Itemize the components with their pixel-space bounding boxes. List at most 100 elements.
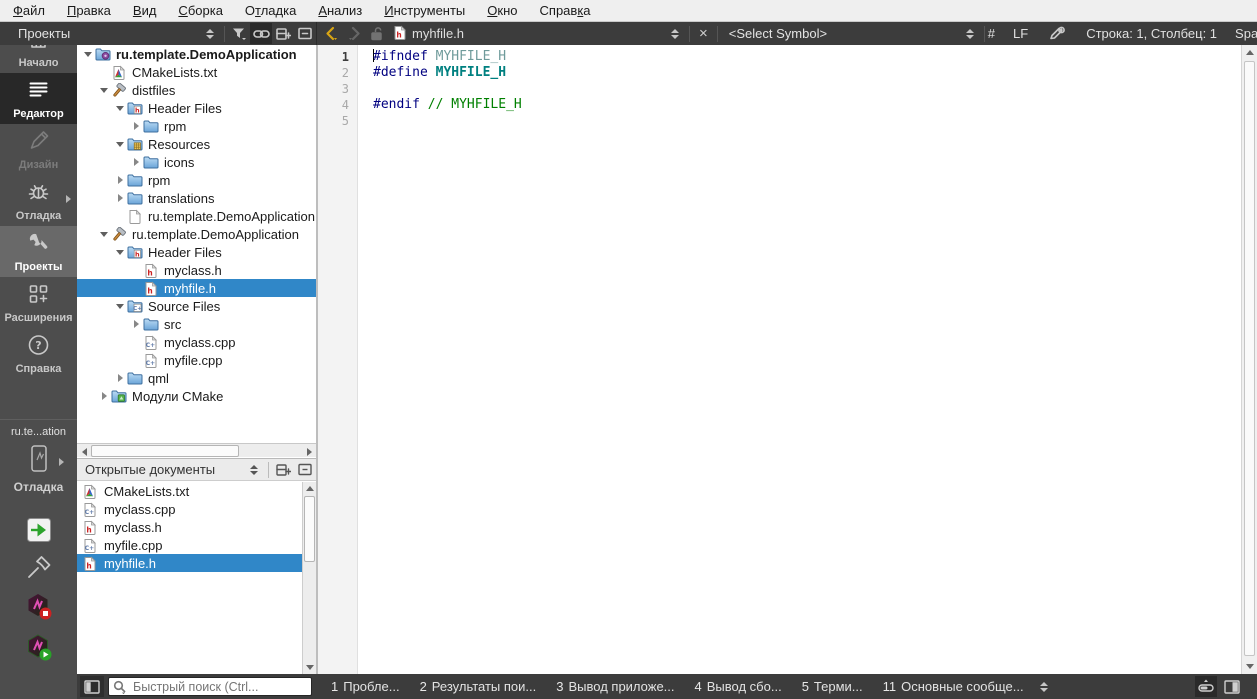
expander-icon[interactable]	[98, 87, 110, 93]
close-panel-icon[interactable]	[294, 23, 316, 44]
tree-item-myfile.cpp[interactable]: C+ myfile.cpp	[77, 351, 316, 369]
kit-selector[interactable]: ru.te...ation Отладка	[0, 426, 77, 494]
open-doc-myhfile.h[interactable]: h myhfile.h	[77, 554, 302, 572]
menu-инструменты[interactable]: Инструменты	[373, 1, 476, 20]
menu-отладка[interactable]: Отладка	[234, 1, 307, 20]
debug-run-button[interactable]	[24, 633, 54, 666]
docs-vscrollbar[interactable]	[302, 482, 316, 674]
code-line[interactable]	[373, 81, 1241, 97]
code-editor[interactable]: 1 2 3 4 5 #ifndef MYHFILE_H #define MYHFILE_H…	[318, 45, 1241, 674]
cursor-position[interactable]: Строка: 1, Столбец: 1	[1086, 26, 1217, 41]
tree-item-ru.template.demoapplication[interactable]: ru.template.DemoApplication	[77, 207, 316, 225]
expander-icon[interactable]	[82, 51, 94, 57]
open-document-name[interactable]: myhfile.h	[412, 26, 464, 41]
tree-item-icons[interactable]: icons	[77, 153, 316, 171]
output-pane-11[interactable]: 11 Основные сообще...	[874, 676, 1033, 697]
mode-редактор[interactable]: Редактор	[0, 73, 77, 124]
mode-отладка[interactable]: Отладка	[0, 175, 77, 226]
run-button[interactable]	[25, 516, 53, 547]
output-pane-1[interactable]: 1 Пробле...	[322, 676, 409, 697]
scroll-thumb[interactable]	[1244, 61, 1255, 656]
line-ending-indicator[interactable]: LF	[1013, 26, 1028, 41]
menu-вид[interactable]: Вид	[122, 1, 168, 20]
filter-icon[interactable]	[228, 23, 250, 44]
sync-with-editor-icon[interactable]	[250, 23, 272, 44]
tree-item-translations[interactable]: translations	[77, 189, 316, 207]
scroll-down-icon[interactable]	[1243, 660, 1257, 673]
panel-stepper-icon[interactable]	[243, 459, 265, 480]
mode-справка[interactable]: ? Справка	[0, 328, 77, 379]
tree-item-ru.template.demoapplication[interactable]: ru.template.DemoApplication	[77, 225, 316, 243]
split-panel-icon[interactable]	[272, 459, 294, 480]
encoding-pencil-icon[interactable]	[1046, 23, 1068, 44]
scroll-thumb[interactable]	[304, 496, 315, 562]
menu-анализ[interactable]: Анализ	[307, 1, 373, 20]
scroll-thumb[interactable]	[91, 445, 239, 457]
build-hammer-button[interactable]	[25, 555, 53, 584]
mode-проекты[interactable]: Проекты	[0, 226, 77, 277]
tree-item-myclass.h[interactable]: h myclass.h	[77, 261, 316, 279]
code-line[interactable]: #define MYHFILE_H	[373, 65, 1241, 81]
expander-icon[interactable]	[130, 320, 142, 328]
tree-item-myhfile.h[interactable]: h myhfile.h	[77, 279, 316, 297]
open-doc-myclass.h[interactable]: h myclass.h	[77, 518, 302, 536]
toggle-left-sidebar-icon[interactable]	[80, 676, 104, 697]
tree-item-header-files[interactable]: h Header Files	[77, 243, 316, 261]
open-doc-myclass.cpp[interactable]: C+ myclass.cpp	[77, 500, 302, 518]
tree-item-rpm[interactable]: rpm	[77, 171, 316, 189]
forward-icon[interactable]	[343, 23, 365, 44]
expander-icon[interactable]	[130, 122, 142, 130]
output-pane-4[interactable]: 4 Вывод сбо...	[686, 676, 791, 697]
editor-vscrollbar[interactable]	[1241, 45, 1257, 674]
close-panel-icon[interactable]	[294, 459, 316, 480]
tree-item-src[interactable]: src	[77, 315, 316, 333]
symbol-stepper-icon[interactable]	[959, 23, 981, 44]
menu-справка[interactable]: Справка	[529, 1, 602, 20]
output-pane-3[interactable]: 3 Вывод приложе...	[547, 676, 683, 697]
panel-right-icon[interactable]	[1221, 676, 1243, 697]
tree-item-myclass.cpp[interactable]: C+ myclass.cpp	[77, 333, 316, 351]
tree-hscrollbar[interactable]	[77, 443, 316, 457]
open-doc-myfile.cpp[interactable]: C+ myfile.cpp	[77, 536, 302, 554]
expander-icon[interactable]	[114, 141, 126, 147]
output-pane-5[interactable]: 5 Терми...	[793, 676, 872, 697]
code-area[interactable]: #ifndef MYHFILE_H #define MYHFILE_H #endif…	[359, 45, 1241, 674]
pin-hash-icon[interactable]: #	[988, 26, 995, 41]
tree-item-cmakelists.txt[interactable]: CMakeLists.txt	[77, 63, 316, 81]
open-doc-cmakelists.txt[interactable]: CMakeLists.txt	[77, 482, 302, 500]
tree-item-distfiles[interactable]: distfiles	[77, 81, 316, 99]
expander-icon[interactable]	[114, 374, 126, 382]
tree-item-rpm[interactable]: rpm	[77, 117, 316, 135]
panel-selector-stepper-icon[interactable]	[199, 23, 221, 44]
output-pane-2[interactable]: 2 Результаты пои...	[411, 676, 546, 697]
tree-item-модули-cmake[interactable]: Модули CMake	[77, 387, 316, 405]
menu-сборка[interactable]: Сборка	[167, 1, 234, 20]
scroll-down-icon[interactable]	[303, 661, 317, 674]
scroll-up-icon[interactable]	[303, 482, 317, 495]
expander-icon[interactable]	[114, 303, 126, 309]
indentation-indicator[interactable]: Spaces: 4	[1235, 26, 1257, 41]
tree-item-resources[interactable]: Resources	[77, 135, 316, 153]
scroll-left-icon[interactable]	[77, 445, 91, 458]
code-line[interactable]: #endif // MYHFILE_H	[373, 97, 1241, 113]
code-line[interactable]: #ifndef MYHFILE_H	[373, 49, 1241, 65]
code-line[interactable]	[373, 113, 1241, 129]
scroll-right-icon[interactable]	[302, 445, 316, 458]
menu-окно[interactable]: Окно	[476, 1, 528, 20]
quick-search-input[interactable]	[108, 677, 312, 696]
output-pane-stepper-icon[interactable]	[1033, 676, 1055, 697]
close-document-icon[interactable]: ×	[693, 25, 714, 42]
document-stepper-icon[interactable]	[664, 23, 686, 44]
expander-icon[interactable]	[114, 105, 126, 111]
debug-stop-button[interactable]	[24, 592, 54, 625]
tree-item-source-files[interactable]: C+ Source Files	[77, 297, 316, 315]
maximize-output-icon[interactable]	[1195, 676, 1217, 697]
tree-item-header-files[interactable]: h Header Files	[77, 99, 316, 117]
open-documents-title[interactable]: Открытые документы	[85, 462, 243, 477]
expander-icon[interactable]	[114, 194, 126, 202]
back-icon[interactable]	[321, 23, 343, 44]
scroll-up-icon[interactable]	[1243, 46, 1257, 59]
expander-icon[interactable]	[114, 249, 126, 255]
split-panel-icon[interactable]	[272, 23, 294, 44]
expander-icon[interactable]	[98, 392, 110, 400]
